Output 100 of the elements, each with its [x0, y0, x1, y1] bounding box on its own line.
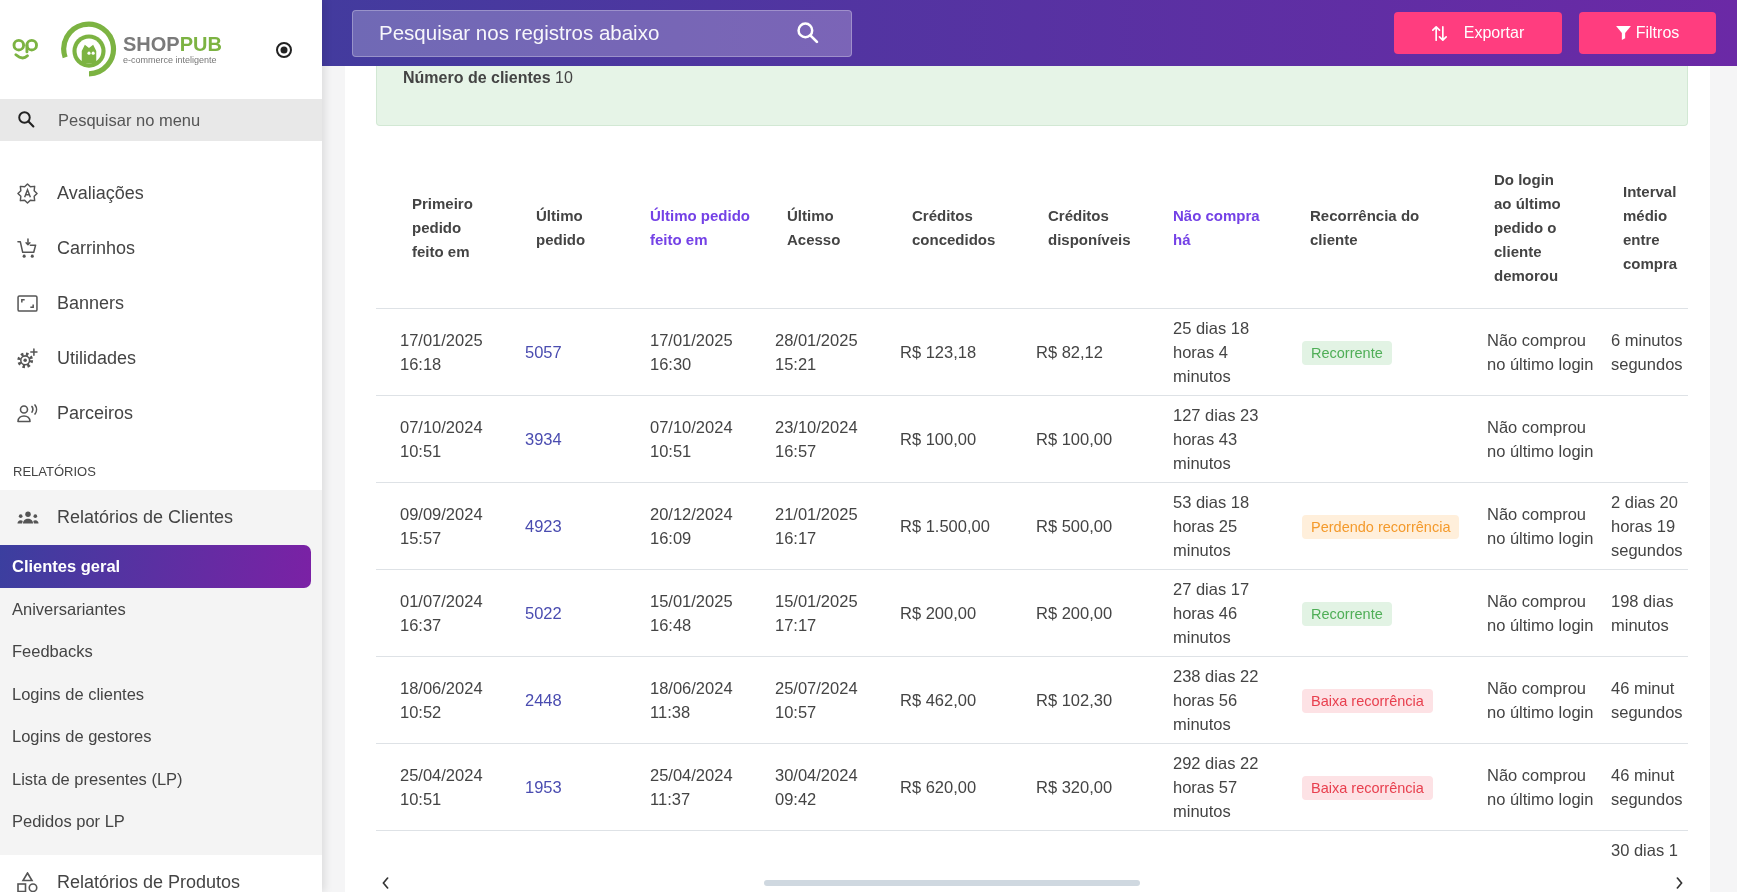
submenu-item[interactable]: Lista de presentes (LP)	[0, 758, 311, 801]
column-header: Último Acesso	[768, 148, 893, 309]
scroll-left-icon[interactable]	[382, 877, 389, 889]
table-cell: R$ 200,00	[893, 569, 1029, 657]
table-cell: Não comprou no último login	[1480, 569, 1604, 657]
cart-icon	[17, 238, 38, 259]
table-cell: 01/07/2024 16:37	[376, 569, 518, 657]
order-link[interactable]: 5022	[525, 604, 562, 622]
table-cell: 127 dias 23 horas 43 minutos	[1166, 395, 1295, 483]
brand-tagline: e-commerce inteligente	[123, 55, 218, 66]
people-icon	[16, 511, 39, 524]
table-cell: R$ 500,00	[1029, 482, 1166, 570]
scrollbar-thumb[interactable]	[763, 880, 1140, 886]
person-icon	[17, 404, 38, 423]
menu-item[interactable]: Carrinhos	[0, 221, 322, 276]
column-header[interactable]: Último pedido feito em	[643, 148, 768, 309]
table-cell: Não comprou no último login	[1480, 308, 1604, 396]
table-cell: Não comprou no último login	[1480, 482, 1604, 570]
section-title: RELATÓRIOS	[12, 463, 97, 481]
radio-icon[interactable]	[276, 41, 292, 58]
table-cell: 25 dias 18 horas 4 minutos	[1166, 308, 1295, 396]
column-header: Créditos disponíveis	[1029, 148, 1166, 309]
gears-icon	[17, 348, 38, 369]
table-cell: 07/10/2024 10:51	[643, 395, 768, 483]
table-cell: 25/07/2024 10:57	[768, 656, 893, 744]
menu-item[interactable]: Banners	[0, 276, 322, 331]
table-cell: 2 dias 20 horas 19 segundos	[1604, 482, 1688, 570]
table-cell: R$ 620,00	[893, 743, 1029, 831]
menu-group[interactable]: Relatórios de Produtos	[0, 855, 322, 892]
submenu-item[interactable]: Feedbacks	[0, 630, 311, 673]
table-cell: R$ 102,30	[1029, 656, 1166, 744]
search-icon[interactable]	[797, 21, 819, 44]
column-header: Primeiro pedido feito em	[376, 148, 518, 309]
table-cell: 30 dias 1	[1604, 830, 1688, 869]
table-cell: R$ 123,18	[893, 308, 1029, 396]
shapes-icon	[17, 872, 38, 892]
table-cell: 15/01/2025 17:17	[768, 569, 893, 657]
order-link[interactable]: 4923	[525, 517, 562, 535]
filter-icon	[1615, 26, 1631, 40]
table-cell: 292 dias 22 horas 57 minutos	[1166, 743, 1295, 831]
menu-item[interactable]: Parceiros	[0, 386, 322, 441]
status-badge: Recorrente	[1302, 601, 1392, 626]
status-badge: Baixa recorrência	[1302, 775, 1433, 800]
table-cell: 198 dias minutos	[1604, 569, 1688, 657]
table-cell: 23/10/2024 16:57	[768, 395, 893, 483]
table-cell: Não comprou no último login	[1480, 743, 1604, 831]
menu-search-field[interactable]: Pesquisar no menu	[0, 99, 322, 141]
table-cell: R$ 462,00	[893, 656, 1029, 744]
submenu-item[interactable]: Aniversariantes	[0, 588, 311, 631]
client-count-text: Número de clientes 10	[403, 69, 573, 86]
order-link[interactable]: 2448	[525, 691, 562, 709]
table-cell: R$ 82,12	[1029, 308, 1166, 396]
submenu-item[interactable]: Clientes geral	[0, 545, 311, 588]
table-cell: Não comprou no último login	[1480, 395, 1604, 483]
table-cell: 46 minut segundos	[1604, 743, 1688, 831]
status-badge: Baixa recorrência	[1302, 688, 1433, 713]
search-icon	[18, 111, 35, 128]
frame-icon	[17, 295, 38, 312]
status-badge: Perdendo recorrência	[1302, 514, 1460, 539]
table-cell: R$ 1.500,00	[893, 482, 1029, 570]
table-cell: 25/04/2024 11:37	[643, 743, 768, 831]
table-cell: 15/01/2025 16:48	[643, 569, 768, 657]
table-cell: 46 minut segundos	[1604, 656, 1688, 744]
table-cell: 09/09/2024 15:57	[376, 482, 518, 570]
table-cell: 07/10/2024 10:51	[376, 395, 518, 483]
table-cell: 238 dias 22 horas 56 minutos	[1166, 656, 1295, 744]
table-cell: R$ 200,00	[1029, 569, 1166, 657]
submenu-item[interactable]: Logins de clientes	[0, 673, 311, 716]
table-cell: 28/01/2025 15:21	[768, 308, 893, 396]
column-header: Recorrência do cliente	[1295, 148, 1480, 309]
column-header: Último pedido	[518, 148, 643, 309]
table-cell: 30/04/2024 09:42	[768, 743, 893, 831]
table-cell: 27 dias 17 horas 46 minutos	[1166, 569, 1295, 657]
submenu-item[interactable]: Logins de gestores	[0, 715, 311, 758]
table-cell: 25/04/2024 10:51	[376, 743, 518, 831]
table-cell: 53 dias 18 horas 25 minutos	[1166, 482, 1295, 570]
menu-group[interactable]: Relatórios de Clientes	[0, 490, 322, 545]
table-cell: R$ 100,00	[1029, 395, 1166, 483]
brand-name: SHOPPUB	[123, 33, 222, 55]
emblem-icon	[61, 21, 117, 78]
table-cell: R$ 320,00	[1029, 743, 1166, 831]
order-link[interactable]: 5057	[525, 343, 562, 361]
status-badge: Recorrente	[1302, 340, 1392, 365]
menu-item[interactable]: Avaliações	[0, 166, 322, 221]
scroll-right-icon[interactable]	[1676, 877, 1683, 889]
table-cell: 21/01/2025 16:17	[768, 482, 893, 570]
badge-icon	[17, 183, 38, 204]
table-cell: 20/12/2024 16:09	[643, 482, 768, 570]
submenu-item[interactable]: Pedidos por LP	[0, 800, 311, 843]
table-cell: 6 minutos segundos	[1604, 308, 1688, 396]
menu-item[interactable]: Utilidades	[0, 331, 322, 386]
column-header[interactable]: Não compra há	[1166, 148, 1295, 309]
table-cell: R$ 100,00	[893, 395, 1029, 483]
table-cell: 17/01/2025 16:18	[376, 308, 518, 396]
table-cell: 17/01/2025 16:30	[643, 308, 768, 396]
swap-arrows-icon	[1431, 25, 1447, 41]
table-cell: 18/06/2024 10:52	[376, 656, 518, 744]
table-cell: 18/06/2024 11:38	[643, 656, 768, 744]
order-link[interactable]: 3934	[525, 430, 562, 448]
order-link[interactable]: 1953	[525, 778, 562, 796]
